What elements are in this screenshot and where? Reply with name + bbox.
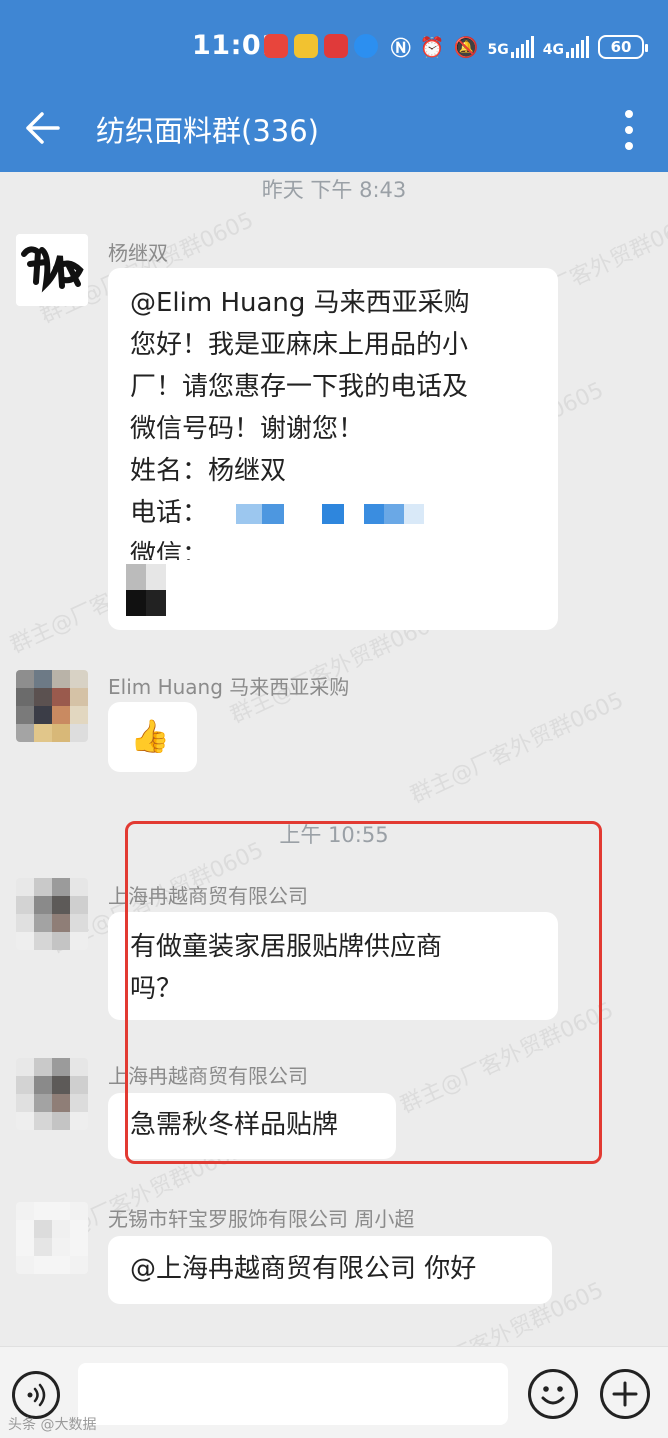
message-line: 厂！请您惠存一下我的电话及 bbox=[130, 372, 469, 402]
emoji-icon[interactable] bbox=[528, 1369, 578, 1419]
message-bubble[interactable]: 👍 bbox=[108, 702, 197, 772]
notification-icon-red-2 bbox=[324, 34, 348, 58]
message-line: 吗？ bbox=[130, 974, 183, 1004]
message-line-phone: 电话： bbox=[130, 492, 536, 534]
timestamp: 昨天 下午 8:43 bbox=[261, 178, 407, 202]
notification-icon-yellow bbox=[294, 34, 318, 58]
pixelated-avatar bbox=[16, 1058, 88, 1130]
mute-icon: 🔕 bbox=[453, 34, 479, 59]
signal-bars-icon-2 bbox=[566, 35, 589, 58]
watermark: 群主@厂客外贸群0605 bbox=[406, 687, 628, 809]
signal-4g: 4G bbox=[542, 35, 589, 58]
message-line: 您好！我是亚麻床上用品的小 bbox=[130, 330, 469, 360]
signal-bars-icon bbox=[510, 35, 534, 58]
message-bubble[interactable]: @上海冉越商贸有限公司 你好 bbox=[108, 1236, 552, 1304]
voice-icon[interactable] bbox=[12, 1371, 60, 1419]
message-line-wechat: 微信： bbox=[130, 534, 536, 560]
avatar[interactable] bbox=[16, 1058, 88, 1130]
pixelated-avatar bbox=[16, 1202, 88, 1274]
sender-name: 上海冉越商贸有限公司 bbox=[108, 884, 308, 908]
sender-name: 杨继双 bbox=[108, 241, 168, 265]
redacted-phone bbox=[226, 504, 426, 524]
sender-name: 上海冉越商贸有限公司 bbox=[108, 1064, 308, 1088]
source-watermark: 头条 @大数据 bbox=[8, 1417, 97, 1433]
message-bubble[interactable]: 急需秋冬样品贴牌 bbox=[108, 1093, 396, 1159]
smiley-face-icon bbox=[541, 1386, 565, 1405]
phone-label: 电话： bbox=[130, 498, 209, 528]
message-bubble[interactable]: 有做童装家居服贴牌供应商 吗？ bbox=[108, 912, 558, 1020]
voice-waves-icon bbox=[27, 1383, 46, 1407]
battery-icon: 60 bbox=[598, 34, 648, 59]
pixelated-avatar bbox=[16, 878, 88, 950]
back-arrow-icon[interactable] bbox=[24, 110, 60, 146]
message-line: 急需秋冬样品贴牌 bbox=[130, 1110, 339, 1140]
more-vertical-icon[interactable] bbox=[624, 110, 634, 150]
redacted-qr bbox=[126, 564, 166, 616]
signal-5g: 5G bbox=[487, 35, 534, 58]
plus-icon[interactable] bbox=[600, 1369, 650, 1419]
calligraphy-avatar-icon bbox=[16, 234, 88, 306]
nfc-icon: Ⓝ bbox=[390, 36, 411, 60]
message-line: 姓名：杨继双 bbox=[130, 456, 287, 486]
avatar[interactable] bbox=[16, 878, 88, 950]
signal-4g-label: 4G bbox=[542, 41, 564, 58]
pixelated-avatar bbox=[16, 670, 88, 742]
notification-icon-blue bbox=[354, 34, 378, 58]
group-title: 纺织面料群(336) bbox=[96, 114, 319, 148]
message-line: @上海冉越商贸有限公司 你好 bbox=[130, 1254, 477, 1284]
top-bar: 11:01 Ⓝ ⏰ 🔕 5G 4G 60 纺织面料群(336) bbox=[0, 0, 668, 172]
message-line: @Elim Huang 马来西亚采购 bbox=[130, 288, 470, 318]
status-right: Ⓝ ⏰ 🔕 5G 4G 60 bbox=[390, 32, 648, 61]
avatar[interactable] bbox=[16, 670, 88, 742]
timestamp: 上午 10:55 bbox=[279, 823, 389, 847]
signal-5g-label: 5G bbox=[487, 41, 509, 58]
message-bubble[interactable]: @Elim Huang 马来西亚采购 您好！我是亚麻床上用品的小 厂！请您惠存一… bbox=[108, 268, 558, 630]
message-line: 微信号码！谢谢您！ bbox=[130, 414, 365, 444]
avatar[interactable] bbox=[16, 1202, 88, 1274]
sender-name: Elim Huang 马来西亚采购 bbox=[108, 675, 350, 699]
plus-sign-icon bbox=[612, 1381, 638, 1407]
sender-name: 无锡市轩宝罗服饰有限公司 周小超 bbox=[108, 1207, 415, 1231]
message-line: 有做童装家居服贴牌供应商 bbox=[130, 932, 443, 962]
avatar[interactable] bbox=[16, 234, 88, 306]
notification-icon-red bbox=[264, 34, 288, 58]
thumbs-up-icon: 👍 bbox=[130, 717, 170, 755]
alarm-icon: ⏰ bbox=[419, 34, 445, 59]
input-bar bbox=[0, 1346, 668, 1438]
message-input[interactable] bbox=[78, 1363, 508, 1425]
wechat-label: 微信： bbox=[130, 540, 209, 560]
